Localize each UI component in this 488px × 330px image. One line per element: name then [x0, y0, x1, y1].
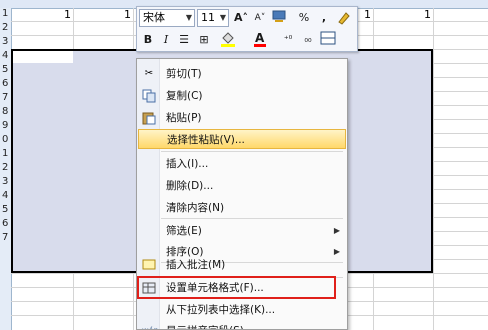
menu-item-label: 剪切(T): [166, 68, 202, 80]
grow-font-button[interactable]: A˄: [232, 9, 250, 27]
menu-item-label: 筛选(E): [166, 225, 202, 237]
percent-button[interactable]: %: [295, 9, 313, 27]
merge-cells-icon: [320, 31, 336, 45]
menu-item-delete[interactable]: 删除(D)...: [138, 176, 346, 196]
row-number[interactable]: 4: [0, 190, 13, 202]
font-color-button[interactable]: A: [251, 31, 269, 49]
row-number[interactable]: 1: [0, 8, 13, 20]
row-number[interactable]: 6: [0, 218, 13, 230]
row-number[interactable]: 8: [0, 106, 13, 118]
increase-decimal-button[interactable]: ⁺⁰: [279, 31, 297, 49]
menu-item-label: 插入批注(M): [166, 259, 226, 271]
active-cell[interactable]: [13, 51, 73, 63]
cell-value[interactable]: 1: [124, 8, 131, 21]
chevron-down-icon: ▼: [219, 13, 226, 22]
font-color-icon: A: [254, 31, 266, 47]
row-number[interactable]: 5: [0, 64, 13, 76]
decrease-decimal-button[interactable]: ₀₀: [299, 31, 317, 49]
menu-item-label: 粘贴(P): [166, 112, 202, 124]
cell-value[interactable]: 1: [64, 8, 71, 21]
row-number[interactable]: 5: [0, 204, 13, 216]
submenu-arrow-icon: ▶: [333, 226, 340, 235]
menu-item-insert-comment[interactable]: 插入批注(M): [138, 255, 346, 275]
comma-button[interactable]: ,: [315, 9, 333, 27]
font-name-value: 宋体: [143, 11, 165, 24]
merge-cells-button[interactable]: [319, 31, 337, 49]
menu-item-label: 选择性粘贴(V)...: [167, 134, 245, 146]
comment-icon: [142, 258, 156, 272]
menu-separator: [161, 218, 343, 219]
row-number[interactable]: 3: [0, 176, 13, 188]
row-number[interactable]: 3: [0, 36, 13, 48]
menu-item-label: 从下拉列表中选择(K)...: [166, 304, 276, 316]
mini-toolbar: 宋体 ▼ 11 ▼ A˄ A˅ % , B I ☰ ⊞ A ⁺⁰ ₀₀: [136, 6, 358, 52]
row-number[interactable]: 7: [0, 232, 13, 244]
menu-item-cut[interactable]: ✂ 剪切(T): [138, 64, 346, 84]
highlight-annotation-box: [137, 276, 336, 299]
currency-format-button[interactable]: [271, 9, 289, 27]
menu-separator: [161, 151, 343, 152]
row-number[interactable]: 0: [0, 134, 13, 146]
font-size-value: 11: [201, 11, 215, 24]
scissors-icon: ✂: [144, 68, 154, 79]
row-number[interactable]: 2: [0, 162, 13, 174]
phonetic-icon: wén: [142, 324, 159, 329]
menu-item-label: 删除(D)...: [166, 180, 214, 192]
font-name-combo[interactable]: 宋体 ▼: [139, 9, 195, 27]
cell-value[interactable]: 1: [424, 8, 431, 21]
italic-button[interactable]: I: [157, 31, 175, 49]
menu-item-clear-contents[interactable]: 清除内容(N): [138, 198, 346, 218]
row-number[interactable]: 6: [0, 78, 13, 90]
cell-value[interactable]: 1: [364, 8, 371, 21]
svg-text:A: A: [255, 31, 265, 45]
row-number[interactable]: 2: [0, 22, 13, 34]
font-size-combo[interactable]: 11 ▼: [197, 9, 229, 27]
copy-icon: [142, 89, 156, 103]
row-number[interactable]: 7: [0, 92, 13, 104]
menu-item-paste-special[interactable]: 选择性粘贴(V)...: [138, 129, 346, 149]
shrink-font-button[interactable]: A˅: [251, 9, 269, 27]
format-painter-icon: [338, 12, 350, 25]
menu-item-label: 显示拼音字段(S): [166, 321, 244, 329]
fill-color-button[interactable]: [219, 31, 237, 49]
row-number[interactable]: 1: [0, 148, 13, 160]
menu-item-label: 清除内容(N): [166, 202, 225, 214]
currency-icon: [272, 10, 286, 22]
menu-item-paste[interactable]: 粘贴(P): [138, 108, 346, 128]
format-painter-button[interactable]: [335, 9, 353, 27]
fill-color-icon: [221, 32, 235, 47]
chevron-down-icon: ▼: [185, 13, 192, 22]
menu-item-filter[interactable]: 筛选(E) ▶: [138, 221, 346, 241]
gridline: [433, 8, 434, 330]
menu-item-insert[interactable]: 插入(I)...: [138, 154, 346, 174]
menu-item-copy[interactable]: 复制(C): [138, 86, 346, 106]
menu-item-pick-from-list[interactable]: 从下拉列表中选择(K)...: [138, 300, 346, 320]
menu-item-label: 复制(C): [166, 90, 203, 102]
row-number[interactable]: 4: [0, 50, 13, 62]
menu-item-show-phonetic[interactable]: wén 显示拼音字段(S): [138, 321, 346, 329]
row-number[interactable]: 9: [0, 120, 13, 132]
borders-button[interactable]: ⊞: [195, 31, 213, 49]
align-center-button[interactable]: ☰: [175, 31, 193, 49]
paste-icon: [142, 111, 156, 125]
bold-button[interactable]: B: [139, 31, 157, 49]
menu-item-label: 插入(I)...: [166, 158, 209, 170]
